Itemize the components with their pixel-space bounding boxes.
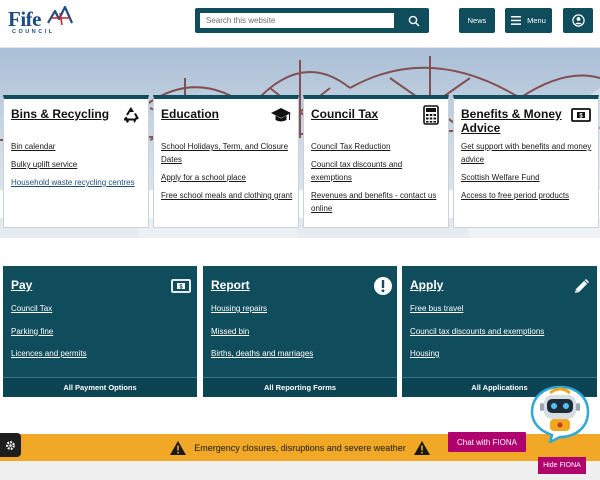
menu-label: Menu (527, 16, 546, 25)
search-icon (408, 15, 419, 26)
action-link[interactable]: Council tax discounts and exemptions (410, 327, 544, 337)
alert-text: Emergency closures, disruptions and seve… (194, 442, 406, 453)
action-card-title[interactable]: Apply (410, 278, 443, 292)
card-bins-recycling: Bins & Recycling Bin calendar Bulky upli… (3, 95, 149, 228)
logo-mark-icon (47, 5, 74, 26)
warning-icon (170, 440, 187, 455)
fiona-chatbot-avatar[interactable] (530, 385, 590, 443)
action-card-links: Council Tax Parking fine Licences and pe… (11, 304, 87, 372)
all-payment-options-button[interactable]: All Payment Options (3, 377, 197, 397)
card-links: School Holidays, Term, and Closure Dates… (161, 140, 293, 207)
site-header: Fife COUNCIL News Menu (0, 0, 600, 48)
card-link[interactable]: Revenues and benefits - contact us onlin… (311, 189, 443, 215)
action-card-links: Free bus travel Council tax discounts an… (410, 304, 544, 372)
all-reporting-forms-button[interactable]: All Reporting Forms (203, 377, 397, 397)
action-link[interactable]: Council Tax (11, 304, 87, 314)
card-link[interactable]: Council Tax Reduction (311, 140, 443, 153)
action-card-report: Report Housing repairs Missed bin Births… (203, 266, 397, 397)
gear-icon (6, 440, 15, 450)
news-label: News (467, 16, 487, 25)
warning-icon (413, 440, 430, 455)
card-links: Council Tax Reduction Council tax discou… (311, 140, 443, 220)
news-button[interactable]: News (459, 8, 495, 33)
banknote-icon: $ (171, 279, 191, 293)
action-card-title[interactable]: Pay (11, 278, 32, 292)
card-link[interactable]: Scottish Welfare Fund (461, 171, 593, 184)
logo-subtext: COUNCIL (12, 29, 55, 35)
banknote-icon: $ (571, 108, 591, 122)
action-link[interactable]: Housing repairs (211, 304, 313, 314)
page-footer-strip (0, 461, 600, 480)
recycle-icon (124, 107, 139, 123)
card-link[interactable]: Get support with benefits and money advi… (461, 140, 593, 166)
card-link[interactable]: Bin calendar (11, 140, 143, 153)
account-button[interactable] (563, 8, 593, 33)
user-account-icon (571, 14, 585, 27)
card-council-tax: Council Tax Council Tax Reduction Counci… (303, 95, 449, 228)
action-card-pay: Pay $ Council Tax Parking fine Licences … (3, 266, 197, 397)
cookie-settings-button[interactable] (0, 433, 21, 457)
card-title[interactable]: Benefits & Money Advice (461, 107, 565, 135)
card-link[interactable]: Access to free period products (461, 189, 593, 202)
card-links: Get support with benefits and money advi… (461, 140, 593, 207)
card-link[interactable]: Council tax discounts and exemptions (311, 158, 443, 184)
hamburger-icon (511, 16, 522, 25)
card-title[interactable]: Council Tax (311, 107, 415, 121)
card-title[interactable]: Bins & Recycling (11, 107, 115, 121)
action-link[interactable]: Parking fine (11, 327, 87, 337)
action-link[interactable]: Free bus travel (410, 304, 544, 314)
search-button[interactable] (398, 9, 429, 32)
card-link[interactable]: Bulky uplift service (11, 158, 143, 171)
chat-with-fiona-button[interactable]: Chat with FIONA (448, 432, 526, 452)
graduation-cap-icon (271, 108, 291, 122)
menu-button[interactable]: Menu (505, 8, 552, 33)
action-card-links: Housing repairs Missed bin Births, death… (211, 304, 313, 372)
search-bar (195, 8, 429, 33)
hide-fiona-button[interactable]: Hide FIONA (538, 457, 586, 474)
card-benefits-money-advice: Benefits & Money Advice $ Get support wi… (453, 95, 599, 228)
action-link[interactable]: Births, deaths and marriages (211, 349, 313, 359)
action-card-apply: Apply Free bus travel Council tax discou… (402, 266, 597, 397)
calculator-icon (423, 105, 439, 125)
search-input[interactable] (199, 12, 395, 29)
card-links: Bin calendar Bulky uplift service Househ… (11, 140, 143, 194)
card-link[interactable]: Apply for a school place (161, 171, 293, 184)
card-link[interactable]: School Holidays, Term, and Closure Dates (161, 140, 293, 166)
action-link[interactable]: Missed bin (211, 327, 313, 337)
card-education: Education School Holidays, Term, and Clo… (153, 95, 299, 228)
action-link[interactable]: Licences and permits (11, 349, 87, 359)
action-card-title[interactable]: Report (211, 278, 250, 292)
fife-council-logo[interactable]: Fife COUNCIL (8, 5, 74, 37)
pencil-icon (575, 279, 589, 293)
card-link[interactable]: Free school meals and clothing grant (161, 189, 293, 202)
card-link[interactable]: Household waste recycling centres (11, 176, 143, 189)
card-title[interactable]: Education (161, 107, 265, 121)
exclamation-icon (374, 277, 392, 295)
action-link[interactable]: Housing (410, 349, 544, 359)
